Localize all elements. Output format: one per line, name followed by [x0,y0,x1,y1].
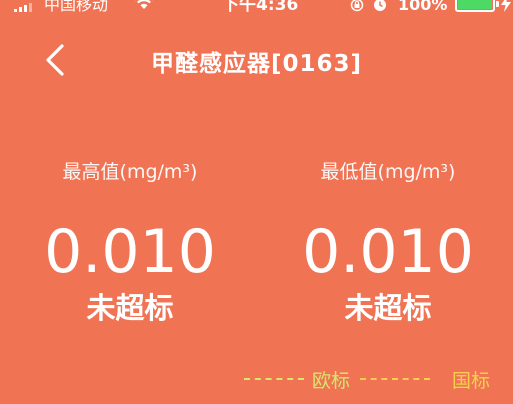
max-reading-panel: 最高值(mg/m³) 0.010 未超标 [20,158,240,326]
battery-nub [496,1,499,7]
min-reading-panel: 最低值(mg/m³) 0.010 未超标 [278,158,498,326]
carrier-name: 中国移动 [44,0,109,14]
status-bar: 中国移动 下午4:36 100% [0,0,513,22]
min-reading-value: 0.010 [302,217,474,287]
eu-standard-line-swatch [244,378,304,380]
max-reading-label: 最高值(mg/m³) [62,161,198,183]
rotation-lock-icon [350,0,364,12]
cellular-signal-icon [14,2,32,12]
cn-standard-line-swatch [360,378,431,380]
max-reading-status: 未超标 [86,291,174,325]
cn-standard-label: 国标 [452,369,491,392]
status-time: 下午4:36 [222,0,299,15]
battery-icon [455,0,495,12]
wifi-icon [135,0,153,9]
max-reading-value: 0.010 [44,217,216,287]
charging-bolt-icon [501,0,511,12]
alarm-clock-icon [374,0,386,11]
eu-standard-label: 欧标 [312,369,351,392]
min-reading-status: 未超标 [344,291,432,325]
page-title: 甲醛感应器[0163] [150,51,363,77]
battery-percentage: 100% [398,0,448,14]
navigation-bar: 甲醛感应器[0163] [0,30,513,90]
chart-legend: 欧标 国标 [244,364,490,394]
min-reading-label: 最低值(mg/m³) [320,161,456,183]
